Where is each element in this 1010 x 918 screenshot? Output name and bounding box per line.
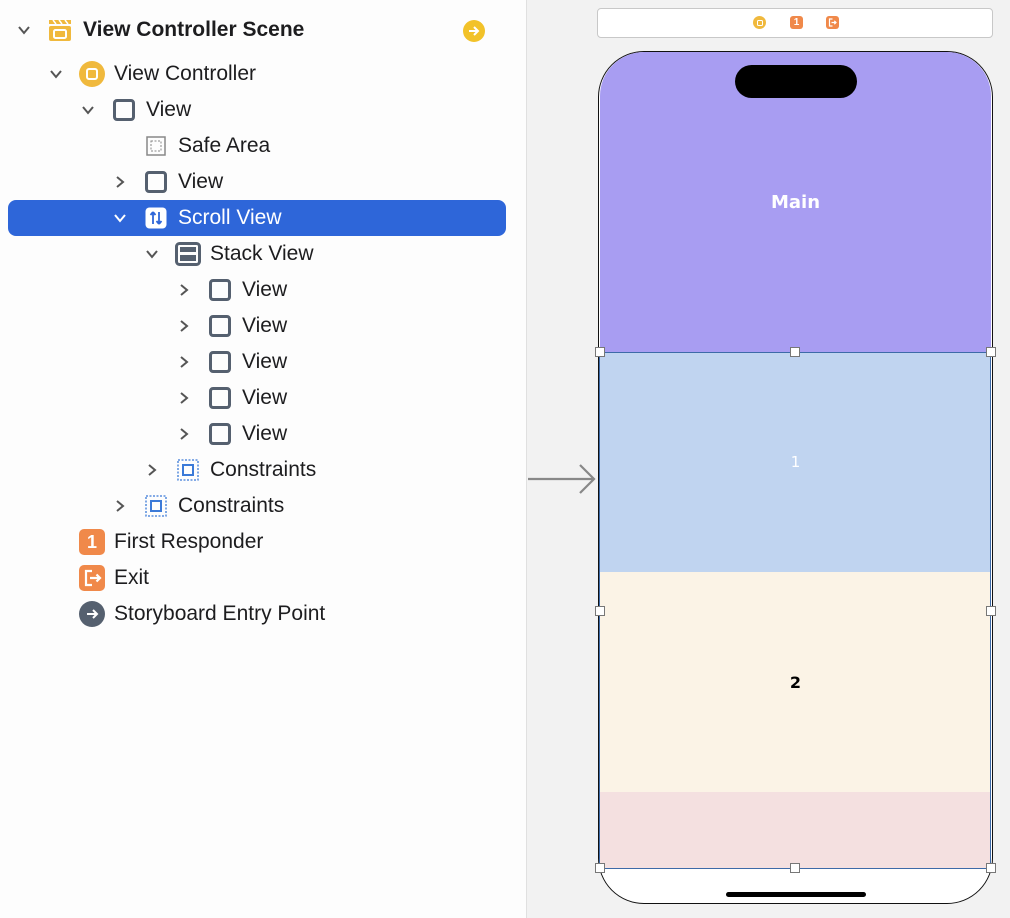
outline-row-label: View — [242, 422, 288, 445]
outline-row-storyboard-entry-point[interactable]: Storyboard Entry Point — [8, 596, 506, 632]
outline-row-label: Stack View — [210, 242, 314, 265]
resize-handle[interactable] — [790, 863, 800, 873]
outline-row-constraints[interactable]: Constraints — [8, 452, 506, 488]
view-icon — [143, 169, 169, 195]
safe-area-icon — [143, 133, 169, 159]
chevron-right-icon[interactable] — [112, 164, 128, 200]
chevron-down-icon[interactable] — [112, 200, 128, 236]
view-controller-icon[interactable] — [753, 16, 766, 29]
exit-icon[interactable] — [826, 16, 839, 29]
chevron-right-icon[interactable] — [176, 308, 192, 344]
scroll-view-icon — [143, 205, 169, 231]
scene-icon — [47, 17, 73, 43]
resize-handle[interactable] — [595, 606, 605, 616]
chevron-right-icon[interactable] — [176, 272, 192, 308]
outline-row-stack-view[interactable]: Stack View — [8, 236, 506, 272]
outline-row-safe-area[interactable]: Safe Area — [8, 128, 506, 164]
chevron-right-icon[interactable] — [176, 416, 192, 452]
stack-view-icon — [175, 241, 201, 267]
main-label: Main — [770, 192, 821, 213]
outline-row-view[interactable]: View — [8, 380, 506, 416]
outline-row-label: Storyboard Entry Point — [114, 602, 326, 625]
outline-row-label: View — [242, 386, 288, 409]
resize-handle[interactable] — [595, 863, 605, 873]
outline-row-exit[interactable]: Exit — [8, 560, 506, 596]
dynamic-island — [735, 65, 857, 98]
scroll-view-selection[interactable] — [599, 352, 991, 869]
constraints-icon — [175, 457, 201, 483]
outline-row-label: View Controller Scene — [83, 18, 305, 41]
outline-row-view[interactable]: View — [8, 416, 506, 452]
entry-point-icon — [79, 601, 105, 627]
exit-icon — [79, 565, 105, 591]
outline-row-label: View — [146, 98, 192, 121]
resize-handle[interactable] — [986, 347, 996, 357]
chevron-down-icon[interactable] — [48, 56, 64, 92]
resize-handle[interactable] — [986, 863, 996, 873]
outline-row-label: Constraints — [178, 494, 285, 517]
constraints-icon — [143, 493, 169, 519]
outline-row-label: View — [242, 314, 288, 337]
outline-row-view[interactable]: View — [8, 92, 506, 128]
chevron-down-icon[interactable] — [144, 236, 160, 272]
chevron-right-icon[interactable] — [112, 488, 128, 524]
view-controller-icon — [79, 61, 105, 87]
view-icon — [207, 349, 233, 375]
home-indicator — [726, 892, 866, 897]
outline-row-label: Exit — [114, 566, 150, 589]
outline-row-scroll-view[interactable]: Scroll View — [8, 200, 506, 236]
outline-row-constraints[interactable]: Constraints — [8, 488, 506, 524]
chevron-right-icon[interactable] — [176, 344, 192, 380]
resize-handle[interactable] — [790, 347, 800, 357]
view-icon — [207, 421, 233, 447]
resize-handle[interactable] — [595, 347, 605, 357]
chevron-right-icon[interactable] — [176, 380, 192, 416]
outline-row-label: First Responder — [114, 530, 264, 553]
chevron-down-icon[interactable] — [16, 12, 32, 48]
view-icon — [207, 313, 233, 339]
chevron-down-icon[interactable] — [80, 92, 96, 128]
outline-row-label: View — [178, 170, 224, 193]
entry-point-arrow[interactable] — [528, 463, 598, 495]
outline-row-view[interactable]: View — [8, 272, 506, 308]
view-icon — [207, 277, 233, 303]
outline-row-view-controller[interactable]: View Controller — [8, 56, 506, 92]
outline-row-label: View — [242, 278, 288, 301]
outline-row-scene[interactable]: View Controller Scene — [8, 12, 506, 48]
outline-row-label: Safe Area — [178, 134, 271, 157]
outline-row-label: Constraints — [210, 458, 317, 481]
outline-row-label: View Controller — [114, 62, 257, 85]
view-icon — [207, 385, 233, 411]
document-outline: View Controller Scene View Controller Vi… — [0, 0, 526, 918]
resize-handle[interactable] — [986, 606, 996, 616]
outline-row-label: View — [242, 350, 288, 373]
first-responder-icon: 1 — [79, 529, 105, 555]
outline-row-label: Scroll View — [178, 206, 282, 229]
outline-row-view[interactable]: View — [8, 308, 506, 344]
scene-entry-arrow-icon[interactable] — [463, 20, 485, 42]
outline-row-view[interactable]: View — [8, 344, 506, 380]
first-responder-icon[interactable]: 1 — [790, 16, 803, 29]
view-icon — [111, 97, 137, 123]
outline-row-view[interactable]: View — [8, 164, 506, 200]
outline-row-first-responder[interactable]: 1 First Responder — [8, 524, 506, 560]
first-responder-badge: 1 — [79, 529, 105, 555]
chevron-right-icon[interactable] — [144, 452, 160, 488]
